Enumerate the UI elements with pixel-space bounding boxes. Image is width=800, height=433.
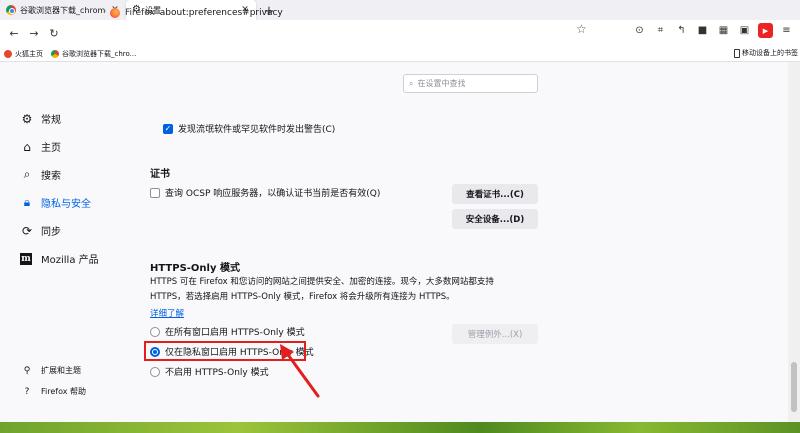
https-disabled-option[interactable]: 不启用 HTTPS-Only 模式 — [150, 365, 269, 378]
save-to-pocket-icon[interactable]: ⊙ — [632, 23, 647, 38]
chrome-icon — [51, 49, 59, 58]
radio-button[interactable] — [150, 326, 160, 337]
mobile-bookmarks[interactable]: 移动设备上的书签 — [734, 48, 798, 58]
sidebar-extensions[interactable]: ⚲ 扩展和主题 — [20, 365, 81, 376]
bookmark-chrome-download[interactable]: 谷歌浏览器下载_chro... — [51, 49, 136, 59]
bookmark-star-icon[interactable]: ☆ — [576, 22, 587, 36]
learn-more-link[interactable]: 详细了解 — [150, 307, 184, 319]
bookmark-label: 火狐主页 — [15, 49, 43, 58]
menu-icon[interactable]: ≡ — [779, 23, 794, 38]
sidebar-item-mozilla[interactable]: m Mozilla 产品 — [20, 251, 99, 266]
https-only-description: HTTPS 可在 Firefox 和您访问的网站之间提供安全、加密的连接。现今，… — [150, 275, 494, 305]
container-icon[interactable]: ▣ — [737, 23, 752, 38]
sidebar-item-label: 同步 — [41, 227, 61, 238]
sidebar-item-search[interactable]: ⌕ 搜索 — [20, 167, 61, 182]
bookmarks-bar: 火狐主页 谷歌浏览器下载_chro... 移动设备上的书签 — [0, 46, 800, 62]
warn-unwanted-software-row[interactable]: ✓ 发现流氓软件或罕见软件时发出警告(C) — [163, 122, 335, 135]
tab-title: 谷歌浏览器下载_chrome浏览器 — [20, 5, 106, 15]
scroll-thumb[interactable] — [791, 362, 797, 412]
mozilla-icon: m — [20, 252, 32, 265]
search-icon: ⌕ — [23, 167, 31, 181]
sidebar-item-label: 主页 — [41, 143, 61, 154]
certificates-heading: 证书 — [150, 169, 170, 180]
sidebar-item-label: 搜索 — [41, 171, 61, 182]
chrome-icon — [6, 5, 16, 15]
search-icon: ⌕ — [409, 78, 414, 88]
help-icon: ? — [24, 386, 30, 397]
firefox-icon — [4, 49, 12, 58]
gear-icon: ⚙ — [21, 111, 33, 126]
video-icon[interactable]: ▶ — [758, 23, 773, 38]
security-devices-button[interactable]: 安全设备...(D) — [452, 209, 538, 229]
page-scrollbar[interactable] — [788, 62, 800, 422]
sync-icon: ⟳ — [21, 223, 33, 238]
sidebar-item-sync[interactable]: ⟳ 同步 — [20, 223, 61, 239]
settings-search[interactable]: ⌕ 在设置中查找 — [403, 74, 538, 93]
sidebar-item-label: 隐私与安全 — [41, 199, 91, 210]
description-line: HTTPS 可在 Firefox 和您访问的网站之间提供安全、加密的连接。现今，… — [150, 277, 494, 287]
annotation-arrow-icon — [280, 344, 320, 398]
screenshot-icon[interactable]: ▦ — [716, 23, 731, 38]
sidebar-item-home[interactable]: ⌂ 主页 — [20, 139, 61, 155]
https-all-windows-option[interactable]: 在所有窗口启用 HTTPS-Only 模式 — [150, 325, 305, 338]
back-button[interactable]: ← — [4, 23, 24, 43]
crop-icon[interactable]: ⌗ — [653, 23, 668, 38]
mobile-bookmarks-label: 移动设备上的书签 — [742, 49, 798, 57]
ocsp-row[interactable]: 查询 OCSP 响应服务器，以确认证书当前是否有效(Q) — [150, 186, 380, 199]
reload-button[interactable]: ↻ — [44, 23, 64, 43]
mobile-icon — [734, 48, 740, 58]
https-only-heading: HTTPS-Only 模式 — [150, 263, 240, 274]
toolbar-icons: ⊙ ⌗ ↰ ■ ▦ ▣ ▶ ≡ — [632, 23, 794, 38]
preferences-page: ⌕ 在设置中查找 ⚙ 常规 ⌂ 主页 ⌕ 搜索 🔒︎ 隐私与安全 ⟳ 同步 m … — [0, 62, 788, 422]
home-icon: ⌂ — [23, 139, 31, 154]
ocsp-label: 查询 OCSP 响应服务器，以确认证书当前是否有效(Q) — [165, 189, 381, 199]
bookmark-firefox-home[interactable]: 火狐主页 — [4, 49, 43, 59]
radio-button[interactable] — [150, 366, 160, 377]
search-placeholder: 在设置中查找 — [417, 79, 466, 88]
forward-button[interactable]: → — [24, 23, 44, 43]
tab-chrome-download[interactable]: 谷歌浏览器下载_chrome浏览器 ✕ — [0, 0, 126, 20]
option-label: 在所有窗口启用 HTTPS-Only 模式 — [165, 328, 305, 338]
sidebar-help[interactable]: ? Firefox 帮助 — [20, 386, 86, 397]
url-text[interactable]: about:preferences#privacy — [160, 8, 283, 18]
warn-label: 发现流氓软件或罕见软件时发出警告(C) — [178, 125, 336, 135]
bookmark-label: 谷歌浏览器下载_chro... — [62, 49, 137, 58]
url-bar[interactable]: Firefox about:preferences#privacy — [110, 3, 595, 23]
undo-icon[interactable]: ↰ — [674, 23, 689, 38]
desktop-background — [0, 422, 800, 433]
view-certificates-button[interactable]: 查看证书...(C) — [452, 184, 538, 204]
firefox-icon — [110, 8, 120, 18]
warn-checkbox[interactable]: ✓ — [163, 123, 173, 134]
lock-icon: 🔒︎ — [23, 195, 31, 209]
sidebar-item-privacy[interactable]: 🔒︎ 隐私与安全 — [20, 195, 91, 210]
puzzle-icon: ⚲ — [23, 365, 31, 376]
sidebar-item-label: 常规 — [41, 115, 61, 126]
sidebar-item-label: Firefox 帮助 — [41, 387, 87, 396]
apps-icon[interactable]: ■ — [695, 23, 710, 38]
ocsp-checkbox[interactable] — [150, 187, 160, 198]
description-line: HTTPS，若选择启用 HTTPS-Only 模式，Firefox 将会升级所有… — [150, 292, 455, 302]
identity-label: Firefox — [125, 8, 155, 18]
manage-exceptions-button[interactable]: 管理例外...(X) — [452, 324, 538, 344]
sidebar-item-label: 扩展和主题 — [41, 366, 81, 375]
sidebar-item-general[interactable]: ⚙ 常规 — [20, 111, 61, 127]
option-label: 不启用 HTTPS-Only 模式 — [165, 368, 269, 378]
sidebar-item-label: Mozilla 产品 — [41, 255, 99, 266]
